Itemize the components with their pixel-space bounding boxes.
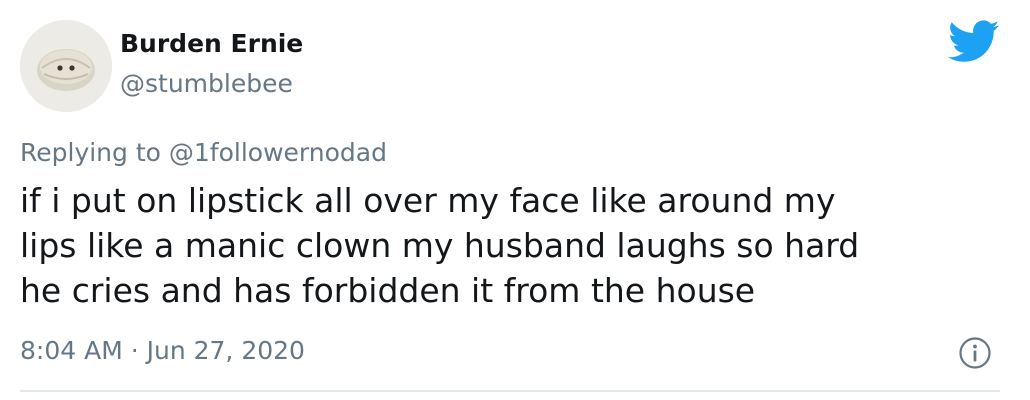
twitter-bird-icon-graphic <box>948 20 1000 62</box>
tweet-text-line: if i put on lipstick all over my face li… <box>20 181 836 220</box>
info-icon-graphic <box>959 337 991 369</box>
reply-target-link[interactable]: @1followernodad <box>169 138 387 167</box>
reply-prefix: Replying to <box>20 138 161 167</box>
tweet-text-line: lips like a manic clown my husband laugh… <box>20 226 860 265</box>
author-handle[interactable]: @stumblebee <box>120 66 293 102</box>
author-display-name[interactable]: Burden Ernie <box>120 26 303 62</box>
avatar-image <box>20 20 112 112</box>
tweet-timestamp[interactable]: 8:04 AM · Jun 27, 2020 <box>20 333 305 369</box>
tweet-text-line: he cries and has forbidden it from the h… <box>20 271 756 310</box>
tweet-text: if i put on lipstick all over my face li… <box>20 178 1010 313</box>
reply-context: Replying to @1followernodad <box>20 135 387 171</box>
tweet-card: Burden Ernie @stumblebee Replying to @1f… <box>0 0 1030 400</box>
twitter-bird-icon[interactable] <box>948 20 1000 64</box>
avatar[interactable] <box>20 20 112 112</box>
divider <box>20 390 1000 392</box>
info-icon[interactable] <box>958 336 992 370</box>
